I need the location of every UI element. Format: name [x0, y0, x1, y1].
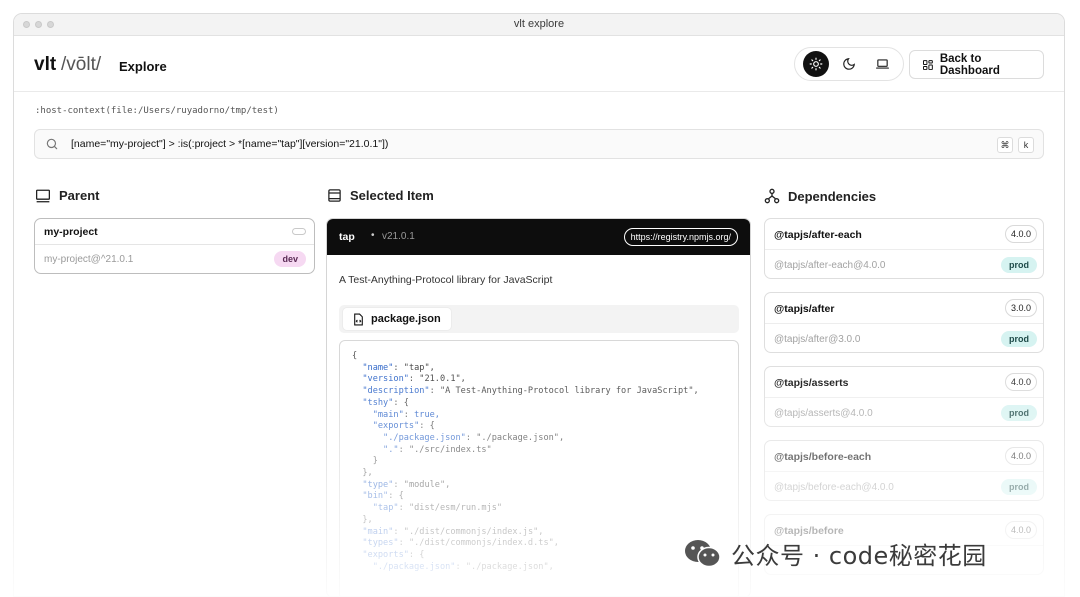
app-header: vlt /vōlt/ Explore Back to Dashboard [14, 36, 1064, 92]
wechat-icon [685, 539, 721, 567]
dependency-version: 4.0.0 [1005, 373, 1037, 391]
app-window: vlt explore vlt /vōlt/ Explore Back to D… [13, 13, 1065, 597]
package-description: A Test-Anything-Protocol library for Jav… [339, 274, 553, 286]
watermark-text: 公众号 · code秘密花园 [731, 542, 987, 570]
code-line: "version": "21.0.1", [352, 374, 466, 385]
parent-card[interactable]: my-project my-project@^21.0.1 dev [34, 218, 315, 274]
code-line: "bin": { [352, 491, 404, 502]
laptop-icon [875, 59, 889, 69]
monitor-icon [36, 189, 50, 202]
code-line: "main": "./dist/commonjs/index.js", [352, 526, 544, 537]
back-to-dashboard-label: Back to Dashboard [939, 52, 1000, 77]
code-line: { [352, 351, 358, 361]
tab-package-json[interactable]: package.json [343, 308, 451, 330]
dark-theme-button[interactable] [836, 51, 862, 77]
code-line: }, [352, 468, 373, 479]
parent-title: Parent [59, 188, 100, 203]
prod-badge: prod [1001, 405, 1037, 421]
parent-name: my-project [44, 226, 98, 238]
code-line: "description": "A Test-Anything-Protocol… [352, 386, 699, 397]
code-line: ".": "./src/index.ts" [352, 444, 492, 455]
package-version: v21.0.1 [382, 231, 415, 242]
code-line: "main": true, [352, 409, 440, 420]
code-line: "./package.json": "./package.json", [352, 432, 565, 443]
window-icon [328, 189, 341, 202]
dependency-version: 4.0.0 [1005, 447, 1037, 465]
selected-section-title: Selected Item [327, 188, 434, 203]
network-icon [764, 188, 780, 204]
dependency-version: 3.0.0 [1005, 299, 1037, 317]
dependency-name: @tapjs/after [774, 303, 835, 315]
parent-section-title: Parent [35, 188, 99, 203]
dependency-name: @tapjs/asserts [774, 377, 849, 389]
code-viewer[interactable]: { "name": "tap", "version": "21.0.1", "d… [339, 340, 739, 596]
dependency-card-header: @tapjs/after-each 4.0.0 [765, 219, 1043, 250]
code-line: "exports": { [352, 549, 425, 560]
dependency-card-header: @tapjs/before-each 4.0.0 [765, 441, 1043, 472]
prod-badge: prod [1001, 479, 1037, 495]
watermark: 公众号 · code秘密花园 [683, 536, 987, 571]
theme-switcher [794, 47, 904, 81]
host-context: :host-context(file:/Users/ruyadorno/tmp/… [35, 106, 279, 116]
dependency-card-header: @tapjs/asserts 4.0.0 [765, 367, 1043, 398]
dependency-version: 4.0.0 [1005, 521, 1037, 539]
screen: { "window": {"title": "vlt explore"}, "h… [0, 0, 1080, 597]
separator-dot: • [371, 230, 375, 241]
dependency-name: @tapjs/after-each [774, 229, 862, 241]
parent-card-header: my-project [35, 219, 314, 245]
dependency-spec: @tapjs/before-each@4.0.0 [774, 482, 894, 493]
toggle-icon [292, 228, 306, 235]
file-code-icon [354, 313, 363, 325]
code-line: "tshy": { [352, 397, 409, 408]
window-title: vlt explore [513, 18, 565, 30]
code-line: "exports": { [352, 421, 435, 432]
code-line: "tap": "dist/esm/run.mjs" [352, 503, 503, 514]
dev-badge: dev [274, 251, 306, 267]
dependencies-section-title: Dependencies [764, 188, 876, 204]
registry-link[interactable]: https://registry.npmjs.org/ [623, 228, 738, 246]
selected-item-header: tap • v21.0.1 https://registry.npmjs.org… [327, 219, 750, 255]
dependency-spec: @tapjs/after@3.0.0 [774, 334, 861, 345]
page-title: Explore [119, 59, 167, 74]
code-line: }, [352, 514, 373, 525]
package-name: tap [339, 231, 355, 243]
selected-title: Selected Item [350, 188, 434, 203]
dependencies-title: Dependencies [788, 188, 877, 204]
search-icon [45, 136, 61, 152]
dependency-card[interactable]: @tapjs/before-each 4.0.0 @tapjs/before-e… [764, 440, 1044, 501]
moon-icon [843, 58, 855, 70]
dependency-version: 4.0.0 [1005, 225, 1037, 243]
code-line: "types": "./dist/commonjs/index.d.ts", [352, 538, 559, 549]
k-key-hint: k [1018, 137, 1034, 153]
search-input[interactable]: [name="my-project"] > :is(:project > *[n… [71, 138, 388, 150]
dependency-card[interactable]: @tapjs/after 3.0.0 @tapjs/after@3.0.0 pr… [764, 292, 1044, 353]
code-line: } [352, 456, 378, 467]
parent-spec: my-project@^21.0.1 [44, 254, 134, 265]
dependency-spec: @tapjs/asserts@4.0.0 [774, 408, 873, 419]
cmd-key-hint: ⌘ [997, 137, 1013, 153]
dependency-spec: @tapjs/after-each@4.0.0 [774, 260, 886, 271]
prod-badge: prod [1001, 257, 1037, 273]
dashboard-icon [922, 59, 933, 70]
dependency-card-header: @tapjs/after 3.0.0 [765, 293, 1043, 324]
logo-pronunciation: /vōlt/ [61, 54, 102, 75]
query-search-bar[interactable]: [name="my-project"] > :is(:project > *[n… [34, 129, 1044, 159]
dependency-card[interactable]: @tapjs/asserts 4.0.0 @tapjs/asserts@4.0.… [764, 366, 1044, 427]
tab-bar: package.json [339, 305, 739, 333]
sun-icon [809, 57, 823, 71]
light-theme-button[interactable] [802, 51, 829, 77]
system-theme-button[interactable] [869, 51, 895, 77]
dependency-name: @tapjs/before-each [774, 451, 872, 463]
code-line: "type": "module", [352, 479, 451, 490]
back-to-dashboard-button[interactable]: Back to Dashboard [909, 50, 1044, 79]
title-bar: vlt explore [14, 14, 1064, 36]
prod-badge: prod [1001, 331, 1037, 347]
dependency-card[interactable]: @tapjs/after-each 4.0.0 @tapjs/after-eac… [764, 218, 1044, 279]
tab-label: package.json [371, 313, 441, 325]
code-line: "name": "tap", [352, 362, 435, 373]
code-line: "./package.json": "./package.json", [352, 561, 554, 572]
logo[interactable]: vlt [34, 54, 56, 76]
